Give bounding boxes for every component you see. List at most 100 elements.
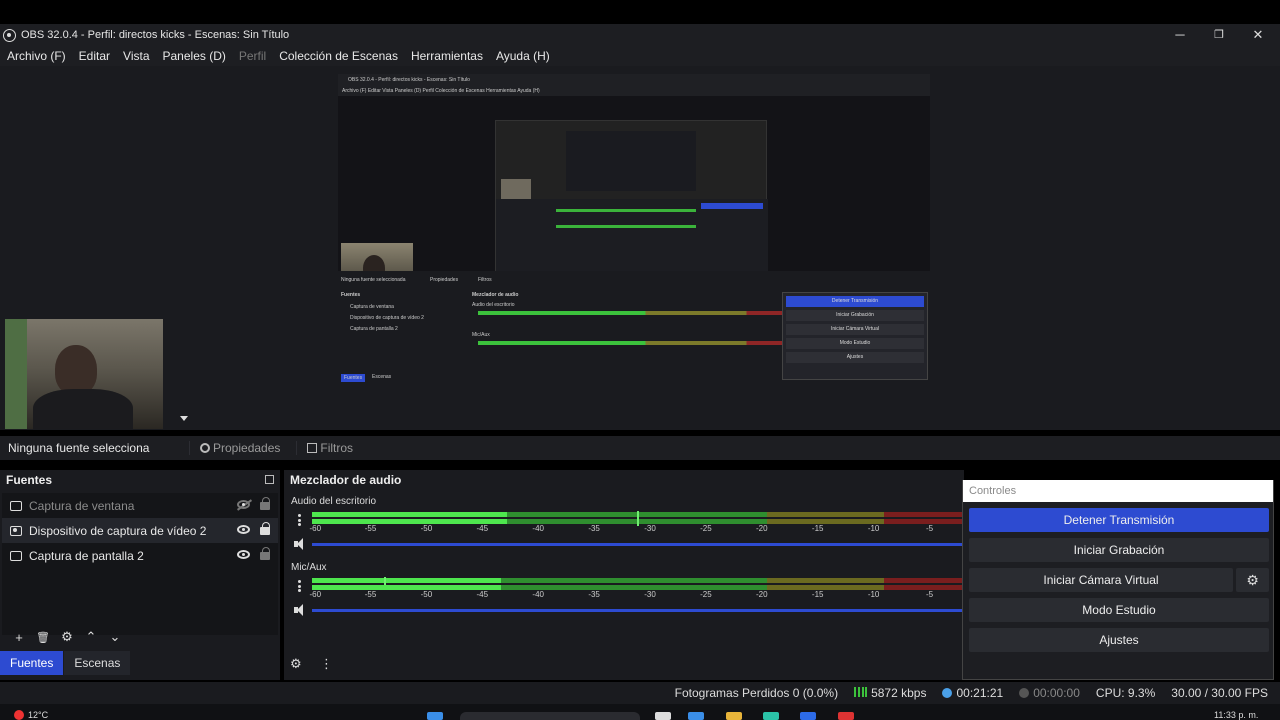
channel-menu-icon[interactable] xyxy=(298,580,301,592)
sources-dock: Fuentes Captura de ventana Dispositivo d… xyxy=(0,470,280,680)
dock-tabs: Fuentes Escenas xyxy=(0,651,131,675)
menu-herramientas[interactable]: Herramientas xyxy=(411,49,483,63)
nested-tab-escenas: Escenas xyxy=(372,374,392,380)
scene-dropdown-icon[interactable] xyxy=(180,416,188,421)
maximize-button[interactable]: ❐ xyxy=(1199,24,1239,46)
meter-ticks: -60 -55 -50 -45 -40 -35 -30 -25 -20 -15 … xyxy=(309,590,962,600)
studio-mode-button[interactable]: Modo Estudio xyxy=(969,598,1269,622)
add-source-button[interactable]: + xyxy=(7,630,31,645)
remove-source-button[interactable]: 🗑 xyxy=(31,631,55,644)
preview-canvas[interactable]: OBS 32.0.4 - Perfil: directos kicks - Es… xyxy=(338,74,930,408)
close-button[interactable]: ✕ xyxy=(1238,24,1278,46)
source-item-captura-pantalla[interactable]: Captura de pantalla 2 xyxy=(2,543,278,568)
tick-label: -45 xyxy=(476,524,489,533)
tick-label: -35 xyxy=(588,590,600,599)
taskbar-app-icon[interactable] xyxy=(763,712,779,720)
minimize-button[interactable]: ─ xyxy=(1160,24,1200,46)
undock-icon[interactable] xyxy=(265,475,274,484)
visibility-icon[interactable] xyxy=(237,525,250,534)
volume-meter xyxy=(312,577,962,585)
live-status: 00:21:21 xyxy=(942,686,1003,700)
weather-alert-icon xyxy=(14,710,24,720)
taskbar-app-icon[interactable] xyxy=(655,712,671,720)
lock-icon[interactable] xyxy=(260,522,270,535)
camera-icon xyxy=(10,525,22,536)
tab-fuentes[interactable]: Fuentes xyxy=(0,651,64,675)
menu-editar[interactable]: Editar xyxy=(79,49,110,63)
meter-ticks: -60 -55 -50 -45 -40 -35 -30 -25 -20 -15 … xyxy=(309,524,962,534)
sources-toolbar: + 🗑 ⚙ ⌃ ⌄ xyxy=(0,628,280,646)
tick-label: -20 xyxy=(756,524,768,533)
move-down-button[interactable]: ⌄ xyxy=(103,629,127,645)
nested-meter-1 xyxy=(478,311,783,315)
channel-menu-icon[interactable] xyxy=(298,514,301,526)
source-item-captura-ventana[interactable]: Captura de ventana xyxy=(2,493,278,518)
nested-ctl-2: Iniciar Cámara Virtual xyxy=(786,324,924,335)
webcam-source-preview[interactable] xyxy=(5,319,163,429)
sources-list: Captura de ventana Dispositivo de captur… xyxy=(2,493,278,635)
speaker-icon[interactable] xyxy=(294,538,308,550)
virtual-camera-settings-button[interactable]: ⚙ xyxy=(1236,568,1269,592)
tick-label: -50 xyxy=(420,590,433,599)
mixer-menu-icon[interactable]: ⋮ xyxy=(320,656,333,672)
properties-label: Propiedades xyxy=(213,441,281,455)
move-up-button[interactable]: ⌃ xyxy=(79,629,103,645)
tick-label: -60 xyxy=(309,524,322,533)
tick-label: -50 xyxy=(420,524,433,533)
lock-icon[interactable] xyxy=(260,497,270,510)
tick-label: -15 xyxy=(811,524,824,533)
nested-filters: Filtros xyxy=(478,277,492,283)
menu-ayuda[interactable]: Ayuda (H) xyxy=(496,49,550,63)
stop-streaming-button[interactable]: Detener Transmisión xyxy=(969,508,1269,532)
filters-button[interactable]: Filtros xyxy=(296,441,363,455)
window-titlebar: OBS 32.0.4 - Perfil: directos kicks - Es… xyxy=(0,24,1280,46)
mixer-title: Mezclador de audio xyxy=(290,473,402,487)
taskbar-clock[interactable]: 11:33 p. m. xyxy=(1214,710,1258,720)
nested-tab-fuentes: Fuentes xyxy=(341,374,366,382)
start-virtual-camera-button[interactable]: Iniciar Cámara Virtual xyxy=(969,568,1233,592)
visibility-icon[interactable] xyxy=(237,550,250,559)
nested-src3: Captura de pantalla 2 xyxy=(350,326,398,332)
speaker-icon[interactable] xyxy=(294,604,308,616)
properties-button[interactable]: Propiedades xyxy=(189,441,290,455)
taskbar-search[interactable] xyxy=(460,712,640,720)
taskbar-app-icon[interactable] xyxy=(838,712,854,720)
start-icon[interactable] xyxy=(427,712,443,720)
volume-slider[interactable] xyxy=(312,543,962,546)
sources-title: Fuentes xyxy=(6,473,53,487)
source-item-dispositivo-video[interactable]: Dispositivo de captura de vídeo 2 xyxy=(2,518,278,543)
nested-controls: Detener Transmisión Iniciar Grabación In… xyxy=(782,292,928,380)
source-label: Captura de pantalla 2 xyxy=(29,548,144,563)
menu-archivo[interactable]: Archivo (F) xyxy=(7,49,66,63)
taskbar-app-icon[interactable] xyxy=(800,712,816,720)
preview-area[interactable]: OBS 32.0.4 - Perfil: directos kicks - Es… xyxy=(0,66,1280,430)
source-settings-button[interactable]: ⚙ xyxy=(55,629,79,645)
menu-bar: Archivo (F) Editar Vista Paneles (D) Per… xyxy=(0,46,1280,66)
volume-slider[interactable] xyxy=(312,609,962,612)
gear-icon xyxy=(200,443,210,453)
tick-label: -25 xyxy=(700,590,712,599)
menu-paneles[interactable]: Paneles (D) xyxy=(163,49,226,63)
dropped-frames: Fotogramas Perdidos 0 (0.0%) xyxy=(674,686,839,700)
menu-coleccion-escenas[interactable]: Colección de Escenas xyxy=(279,49,398,63)
rec-status: 00:00:00 xyxy=(1019,686,1080,700)
nested-ch2: Mic/Aux xyxy=(472,332,490,338)
settings-button[interactable]: Ajustes xyxy=(969,628,1269,652)
nested-inner-capture xyxy=(495,120,768,273)
tick-label: -20 xyxy=(756,590,768,599)
tick-label: -5 xyxy=(925,524,934,533)
start-recording-button[interactable]: Iniciar Grabación xyxy=(969,538,1269,562)
menu-vista[interactable]: Vista xyxy=(123,49,149,63)
lock-icon[interactable] xyxy=(260,547,270,560)
visibility-off-icon[interactable] xyxy=(237,500,250,509)
record-icon xyxy=(1019,688,1030,698)
nested-ctl-3: Modo Estudio xyxy=(786,338,924,349)
taskbar-app-icon[interactable] xyxy=(688,712,704,720)
audio-mixer-dock: Mezclador de audio Audio del escritorio … xyxy=(284,470,964,680)
weather-temp[interactable]: 12°C xyxy=(28,710,48,720)
mixer-settings-icon[interactable]: ⚙ xyxy=(290,656,302,672)
tab-escenas[interactable]: Escenas xyxy=(64,651,131,675)
tick-label: -40 xyxy=(532,590,544,599)
filter-icon xyxy=(307,443,318,453)
folder-icon[interactable] xyxy=(726,712,742,720)
